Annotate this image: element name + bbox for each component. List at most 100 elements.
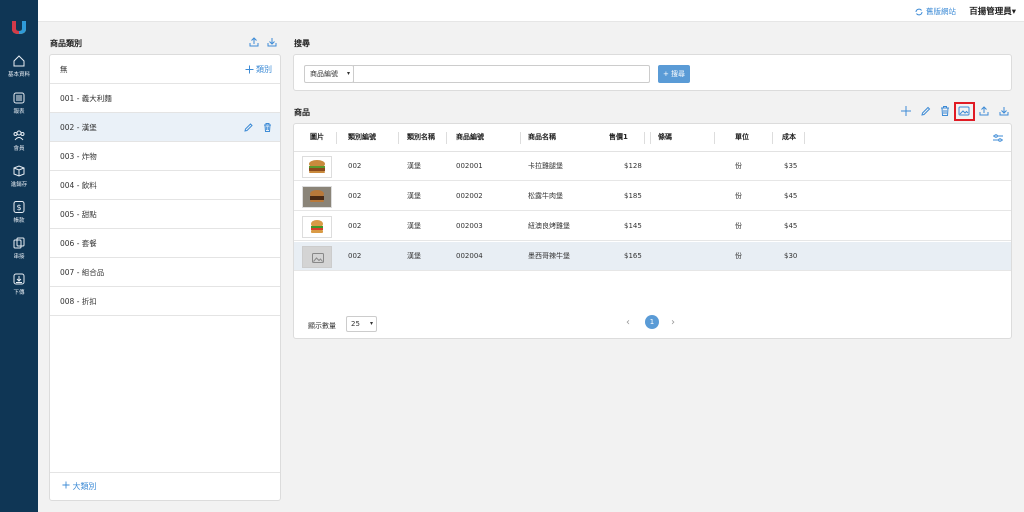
column-divider — [336, 132, 337, 144]
cell-cat-no: 002 — [348, 222, 362, 230]
category-label: 004 - 飲料 — [60, 181, 97, 190]
table-row[interactable]: 002 漢堡 002001 卡拉雞腿堡 $128 份 $35 — [294, 152, 1011, 181]
cell-cat-no: 002 — [348, 192, 362, 200]
add-subcategory-button[interactable]: 類別 — [245, 55, 272, 84]
nav-download[interactable]: 下傳 — [0, 272, 38, 306]
search-field-value: 商品編號 — [310, 70, 338, 78]
column-divider — [520, 132, 521, 144]
old-site-link[interactable]: 舊版網站 — [915, 6, 956, 17]
edit-pencil-icon[interactable] — [243, 122, 254, 133]
members-icon — [13, 130, 25, 141]
nav-reports[interactable]: 報表 — [0, 91, 38, 125]
download-icon[interactable] — [266, 36, 278, 48]
cell-cost: $45 — [784, 192, 798, 200]
burger-image — [309, 160, 325, 173]
trash-icon[interactable] — [938, 104, 952, 118]
nav-accounts[interactable]: $ 帳款 — [0, 200, 38, 234]
user-menu[interactable]: 百揚管理員▾ — [969, 5, 1016, 17]
upload-icon[interactable] — [248, 36, 260, 48]
cell-cat-no: 002 — [348, 252, 362, 260]
nav-integration[interactable]: 串接 — [0, 236, 38, 270]
image-placeholder-icon — [312, 253, 324, 263]
burger-image — [311, 220, 323, 233]
trash-icon[interactable] — [262, 122, 273, 133]
column-divider — [644, 132, 645, 144]
table-row[interactable]: 002 漢堡 002002 松露牛肉堡 $185 份 $45 — [294, 182, 1011, 211]
add-main-category-button[interactable]: 大類別 — [50, 472, 280, 500]
search-field-select[interactable]: 商品編號 ▾ — [304, 65, 354, 83]
cell-cat-no: 002 — [348, 162, 362, 170]
category-row[interactable]: 003 - 炸物 — [50, 142, 280, 171]
search-button[interactable]: + 搜尋 — [658, 65, 690, 83]
nav-label: 會員 — [13, 146, 25, 152]
cell-cat-name: 漢堡 — [407, 162, 421, 170]
cell-unit: 份 — [735, 192, 742, 200]
category-row[interactable]: 004 - 飲料 — [50, 171, 280, 200]
nav-inventory[interactable]: 進銷存 — [0, 164, 38, 198]
category-row[interactable]: 008 - 折扣 — [50, 287, 280, 316]
cell-cost: $45 — [784, 222, 798, 230]
column-divider — [714, 132, 715, 144]
search-title: 搜尋 — [294, 39, 310, 48]
col-header-cat-name[interactable]: 類別名稱 — [407, 124, 435, 151]
add-icon[interactable] — [899, 104, 913, 118]
col-header-name[interactable]: 商品名稱 — [528, 124, 556, 151]
col-header-barcode[interactable]: 條碼 — [658, 124, 672, 151]
cell-price: $145 — [624, 222, 642, 230]
category-label: 007 - 組合品 — [60, 268, 105, 277]
category-list: 無 類別 001 - 義大利麵 002 - 漢堡 003 - 炸物 004 - … — [49, 54, 281, 501]
table-row-selected[interactable]: 002 漢堡 002004 墨西哥辣牛堡 $165 份 $30 — [294, 242, 1011, 271]
sidebar: 基本資料 報表 會員 進銷存 $ 帳款 串接 下傳 — [0, 0, 38, 512]
col-header-cat-no[interactable]: 類別編號 — [348, 124, 376, 151]
category-row[interactable]: 005 - 甜點 — [50, 200, 280, 229]
prev-page-icon[interactable]: ‹ — [626, 317, 630, 328]
category-label: 001 - 義大利麵 — [60, 94, 112, 103]
highlight-box — [954, 102, 975, 121]
dollar-icon: $ — [13, 201, 25, 213]
page-size-select[interactable]: 25 ▾ — [346, 316, 377, 332]
cell-code: 002003 — [456, 222, 483, 230]
integration-icon — [13, 237, 25, 249]
column-divider — [398, 132, 399, 144]
column-settings-icon[interactable] — [992, 132, 1004, 144]
edit-pencil-icon[interactable] — [919, 104, 933, 118]
cell-price: $185 — [624, 192, 642, 200]
category-row[interactable]: 007 - 組合品 — [50, 258, 280, 287]
page-size-value: 25 — [351, 320, 360, 328]
chevron-down-icon: ▾ — [346, 70, 350, 77]
category-label: 005 - 甜點 — [60, 210, 97, 219]
burger-image — [303, 187, 331, 207]
col-header-code[interactable]: 商品編號 — [456, 124, 484, 151]
category-row[interactable]: 無 類別 — [50, 55, 280, 84]
cell-unit: 份 — [735, 222, 742, 230]
col-header-image[interactable]: 圖片 — [310, 124, 324, 151]
col-header-unit[interactable]: 單位 — [735, 124, 749, 151]
plus-icon — [245, 65, 254, 74]
cell-name: 紐澳良烤雞堡 — [528, 222, 570, 230]
column-divider — [772, 132, 773, 144]
cell-unit: 份 — [735, 252, 742, 260]
column-divider — [804, 132, 805, 144]
category-row[interactable]: 001 - 義大利麵 — [50, 84, 280, 113]
col-header-cost[interactable]: 成本 — [782, 124, 796, 151]
category-row-selected[interactable]: 002 - 漢堡 — [50, 113, 280, 142]
next-page-icon[interactable]: › — [671, 317, 675, 328]
upload-icon[interactable] — [977, 104, 991, 118]
category-label: 008 - 折扣 — [60, 297, 97, 306]
category-row[interactable]: 006 - 套餐 — [50, 229, 280, 258]
nav-label: 串接 — [13, 254, 25, 260]
cell-cat-name: 漢堡 — [407, 252, 421, 260]
column-divider — [650, 132, 651, 144]
table-row[interactable]: 002 漢堡 002003 紐澳良烤雞堡 $145 份 $45 — [294, 212, 1011, 241]
download-icon[interactable] — [997, 104, 1011, 118]
nav-basic-data[interactable]: 基本資料 — [0, 54, 38, 88]
cell-price: $165 — [624, 252, 642, 260]
page-number-current[interactable]: 1 — [645, 315, 659, 329]
nav-members[interactable]: 會員 — [0, 128, 38, 162]
nav-label: 進銷存 — [10, 182, 28, 188]
col-header-price[interactable]: 售價1 — [609, 124, 628, 151]
search-input[interactable] — [353, 65, 650, 83]
product-thumbnail-placeholder — [302, 246, 332, 268]
pagination-bar: 顯示數量 25 ▾ ‹ 1 › — [294, 314, 1011, 338]
nav-label: 報表 — [13, 109, 25, 115]
